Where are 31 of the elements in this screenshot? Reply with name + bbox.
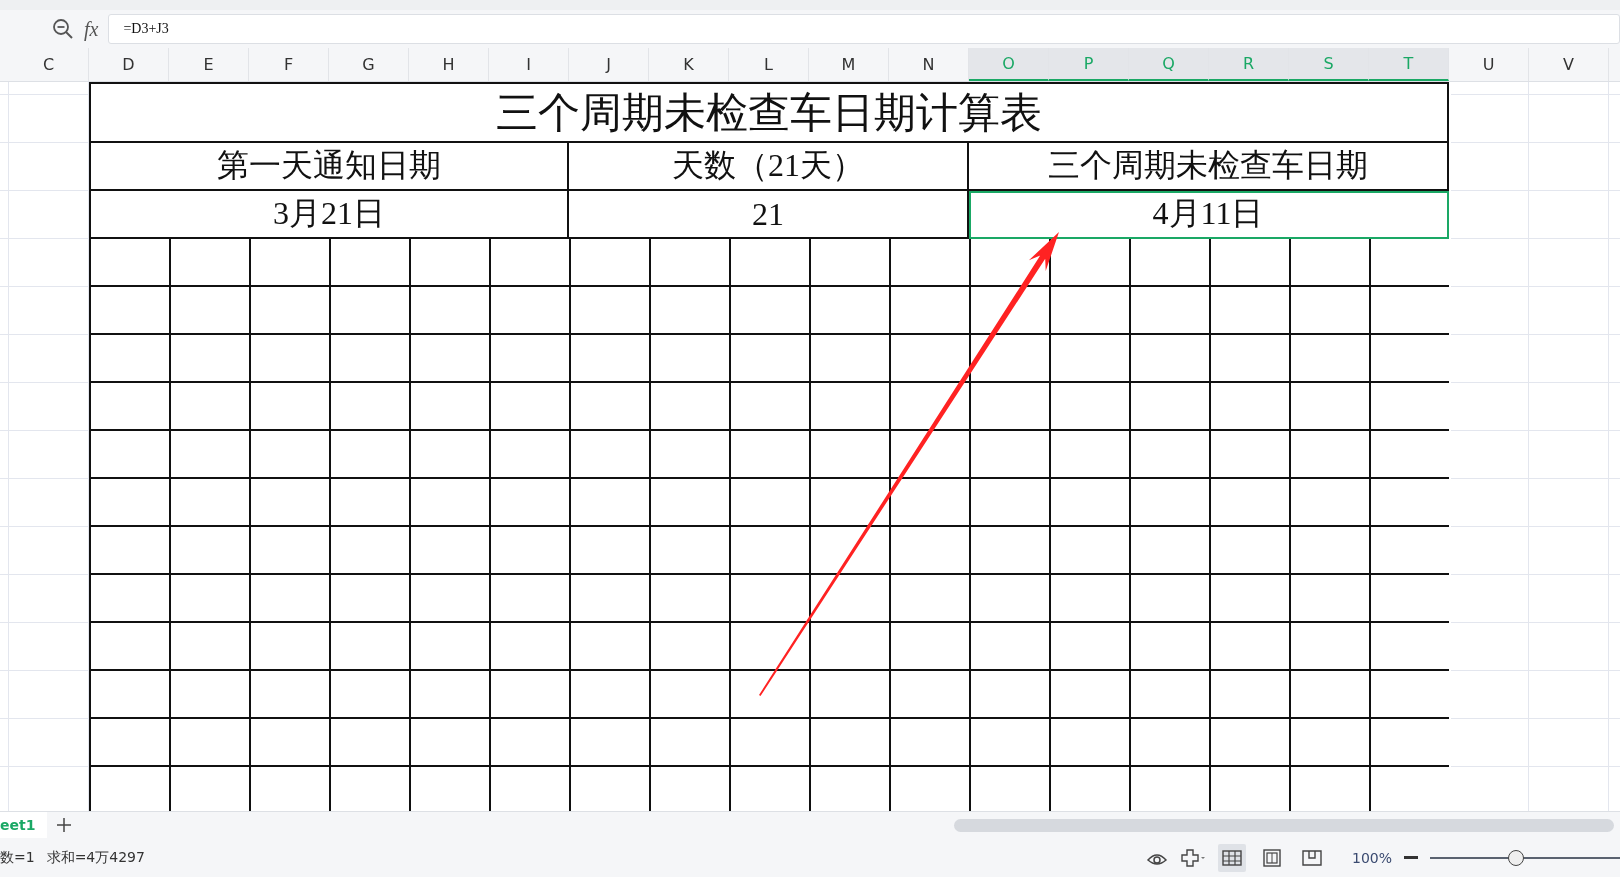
- cross-layout-icon[interactable]: [1179, 848, 1206, 867]
- column-header[interactable]: G: [329, 48, 409, 81]
- column-header[interactable]: I: [489, 48, 569, 81]
- table-header-cell: 第一天通知日期: [89, 143, 569, 191]
- sheet-title: 三个周期未检查车日期计算表: [89, 82, 1449, 143]
- table-cell: 4月11日: [969, 191, 1449, 239]
- zoom-icon[interactable]: [52, 18, 74, 40]
- function-label[interactable]: fx: [84, 17, 99, 41]
- column-header[interactable]: C: [9, 48, 89, 81]
- column-header[interactable]: E: [169, 48, 249, 81]
- status-text: 数=1: [0, 848, 35, 867]
- slider-thumb[interactable]: [1507, 849, 1524, 866]
- column-header[interactable]: L: [729, 48, 809, 81]
- table-cell: 3月21日: [89, 191, 569, 239]
- column-header[interactable]: D: [89, 48, 169, 81]
- column-header[interactable]: K: [649, 48, 729, 81]
- table-cell: 21: [569, 191, 969, 239]
- table-header-cell: 天数（21天）: [569, 143, 969, 191]
- formula-field[interactable]: =D3+J3: [108, 14, 1620, 44]
- column-header[interactable]: U: [1449, 48, 1529, 81]
- column-header[interactable]: M: [809, 48, 889, 81]
- zoom-out-icon[interactable]: [1404, 855, 1418, 860]
- view-mode-button[interactable]: [1217, 843, 1246, 872]
- zoom-level[interactable]: 100%: [1351, 849, 1392, 866]
- column-header[interactable]: F: [249, 48, 329, 81]
- horizontal-scrollbar[interactable]: [954, 818, 1614, 832]
- column-header[interactable]: H: [409, 48, 489, 81]
- column-header[interactable]: J: [569, 48, 649, 81]
- column-header[interactable]: V: [1529, 48, 1609, 81]
- table-header-cell: 三个周期未检查车日期: [969, 143, 1449, 191]
- status-text: 求和=4万4297: [46, 848, 145, 867]
